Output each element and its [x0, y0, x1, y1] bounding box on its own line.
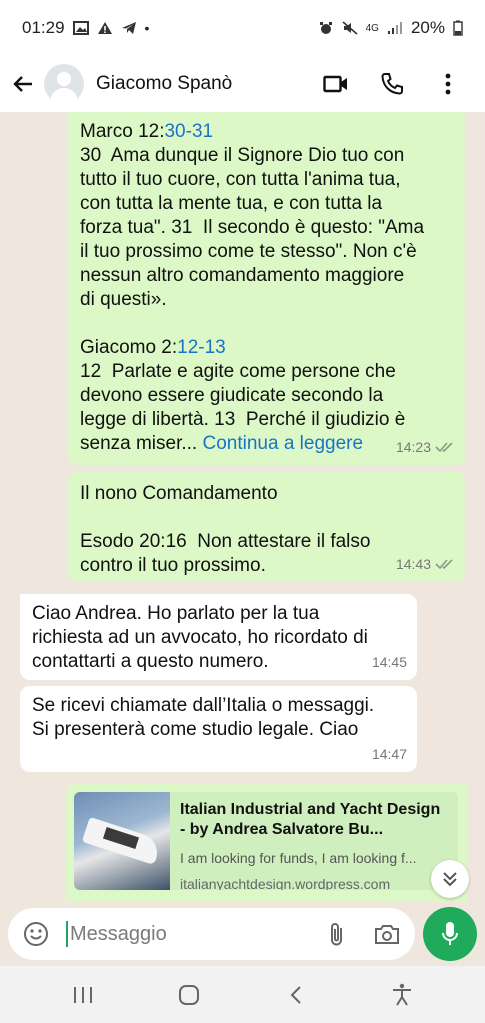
contact-name[interactable]: Giacomo Spanò — [96, 73, 232, 95]
attach-icon[interactable] — [323, 920, 351, 948]
link-preview-description: I am looking for funds, I am looking f..… — [180, 850, 417, 866]
chat-header: Giacomo Spanò — [0, 56, 485, 112]
camera-icon[interactable] — [373, 920, 401, 948]
warning-icon — [97, 22, 112, 34]
video-call-icon[interactable] — [323, 71, 349, 97]
message-text: 30 Ama dunque il Signore Dio tuo con tut… — [80, 145, 425, 310]
phone-icon[interactable] — [379, 71, 405, 97]
double-check-icon — [435, 442, 453, 453]
message-time: 14:43 — [395, 556, 431, 572]
message-outgoing[interactable]: Il nono Comandamento Esodo 20:16 Non att… — [68, 472, 465, 582]
message-time: 14:23 — [395, 439, 431, 455]
home-icon[interactable] — [174, 980, 204, 1010]
text-cursor — [66, 921, 68, 947]
microphone-icon — [442, 922, 459, 945]
avatar[interactable] — [44, 64, 84, 104]
dot-icon: • — [144, 20, 150, 36]
double-chevron-down-icon — [443, 872, 457, 887]
message-outgoing[interactable]: Marco 12:30-31 30 Ama dunque il Signore … — [68, 112, 465, 465]
message-time: 14:45 — [371, 654, 407, 670]
back-nav-icon[interactable] — [281, 980, 311, 1010]
alarm-icon — [319, 22, 332, 34]
read-more-link[interactable]: Continua a leggere — [203, 433, 364, 454]
message-time: 14:47 — [371, 746, 407, 762]
link-preview-thumbnail — [74, 792, 170, 890]
message-incoming[interactable]: Ciao Andrea. Ho parlato per la tua richi… — [20, 594, 417, 680]
battery-icon — [453, 20, 463, 36]
recent-apps-icon[interactable] — [68, 980, 98, 1010]
message-composer — [0, 902, 485, 966]
link-preview-domain: italianyachtdesign.wordpress.com — [180, 876, 391, 890]
message-outgoing[interactable]: Italian Industrial and Yacht Design - by… — [66, 784, 467, 902]
accessibility-icon[interactable] — [387, 980, 417, 1010]
verse-link[interactable]: 30-31 — [164, 121, 213, 142]
verse-reference: Marco 12: — [80, 121, 165, 142]
message-input-container[interactable] — [8, 908, 416, 960]
telegram-icon — [121, 22, 136, 34]
signal-icon — [387, 22, 402, 34]
message-text: Se ricevi chiamate dall’Italia o messagg… — [32, 695, 375, 740]
gallery-notification-icon — [72, 21, 89, 35]
more-vert-icon[interactable] — [435, 71, 461, 97]
battery-percent: 20% — [410, 18, 445, 37]
message-incoming[interactable]: Se ricevi chiamate dall’Italia o messagg… — [20, 686, 417, 772]
status-bar: 01:29 • 4G 20% — [0, 0, 485, 56]
verse-reference: Giacomo 2: — [80, 337, 178, 358]
microphone-button[interactable] — [423, 907, 477, 961]
double-check-icon — [435, 559, 453, 570]
back-arrow-icon[interactable] — [10, 71, 36, 97]
status-time: 01:29 — [22, 18, 65, 37]
link-preview-title: Italian Industrial and Yacht Design - by… — [180, 801, 441, 838]
message-text: Ciao Andrea. Ho parlato per la tua richi… — [32, 603, 368, 672]
system-nav-bar — [0, 966, 485, 1023]
network-label: 4G — [365, 22, 379, 34]
emoji-icon[interactable] — [22, 920, 50, 948]
message-input[interactable] — [70, 922, 310, 946]
scroll-down-button[interactable] — [431, 860, 469, 898]
mute-icon — [342, 21, 358, 35]
link-preview[interactable]: Italian Industrial and Yacht Design - by… — [74, 792, 458, 890]
verse-link[interactable]: 12-13 — [177, 337, 226, 358]
chat-area[interactable]: Marco 12:30-31 30 Ama dunque il Signore … — [0, 112, 485, 902]
